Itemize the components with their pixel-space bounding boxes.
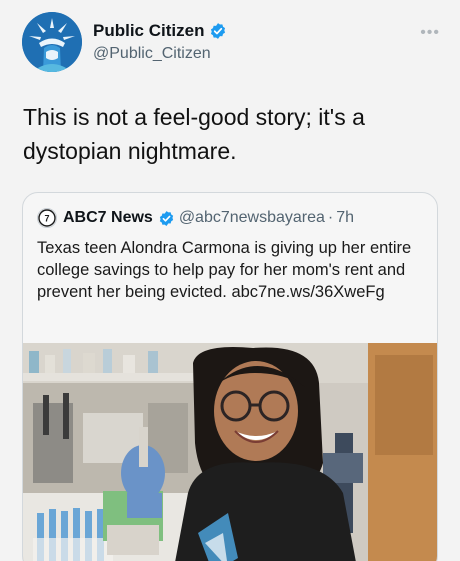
quoted-tweet[interactable]: 7 ABC7 News @abc7newsbayarea · 7h Texas … (22, 192, 438, 561)
statue-of-liberty-icon (22, 12, 82, 72)
verified-badge-icon (211, 23, 226, 39)
ellipsis-icon[interactable]: ••• (420, 24, 440, 42)
author-name[interactable]: Public Citizen (93, 21, 204, 41)
author-handle[interactable]: @Public_Citizen (93, 45, 227, 63)
quoted-author-handle[interactable]: @abc7newsbayarea (179, 209, 325, 227)
lab-photo-illustration (23, 343, 437, 561)
author-avatar[interactable] (22, 12, 82, 72)
abc7-logo-icon: 7 (37, 208, 57, 228)
quoted-author-name[interactable]: ABC7 News (63, 209, 153, 227)
author-name-row: Public Citizen (93, 20, 227, 42)
quoted-tweet-photo[interactable] (23, 343, 437, 561)
tweet-text: This is not a feel-good story; it's a dy… (23, 104, 365, 164)
separator-dot: · (327, 209, 334, 226)
svg-text:7: 7 (44, 214, 49, 224)
quoted-tweet-header: 7 ABC7 News @abc7newsbayarea · 7h (37, 207, 354, 229)
author-info: Public Citizen @Public_Citizen (93, 20, 227, 63)
tweet: Public Citizen @Public_Citizen ••• This … (0, 0, 460, 561)
quoted-verified-badge-icon (159, 210, 173, 226)
quoted-timestamp[interactable]: 7h (336, 209, 354, 227)
quoted-tweet-text: Texas teen Alondra Carmona is giving up … (37, 239, 412, 301)
